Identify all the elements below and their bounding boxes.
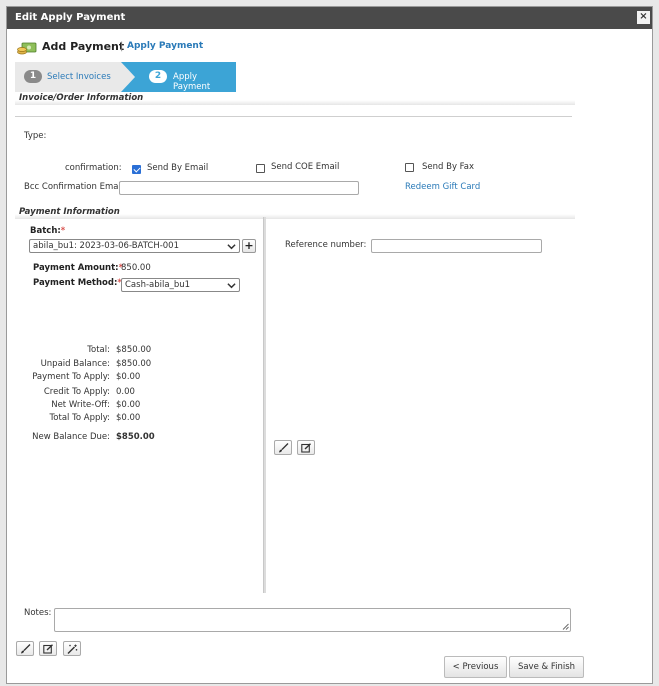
send-by-email-checkbox[interactable] [132, 165, 141, 174]
payment-method-select[interactable]: Cash-abila_bu1 [121, 278, 240, 292]
brush-icon [21, 644, 31, 654]
notes-textarea[interactable] [54, 608, 571, 632]
payment-amount-value: 850.00 [121, 263, 151, 273]
batch-select-value: abila_bu1: 2023-03-06-BATCH-001 [33, 241, 180, 251]
new-balance-label: New Balance Due: [32, 432, 110, 442]
previous-button[interactable]: < Previous [444, 656, 507, 678]
payment-method-value: Cash-abila_bu1 [125, 280, 191, 290]
summary-value: $0.00 [116, 400, 141, 410]
resize-handle-icon[interactable] [562, 623, 569, 630]
chevron-down-icon [227, 244, 236, 250]
summary-value: $850.00 [116, 345, 152, 355]
close-button[interactable]: × [637, 11, 650, 24]
summary-value: $850.00 [116, 359, 152, 369]
dialog-titlebar: Edit Apply Payment × [7, 7, 652, 29]
summary-label: Total: [87, 345, 110, 355]
send-by-fax-checkbox[interactable] [405, 163, 414, 172]
payment-amount-label: Payment Amount:* [33, 263, 123, 273]
page-subtitle: Apply Payment [127, 41, 204, 51]
plus-icon: + [244, 239, 254, 252]
reference-number-label: Reference number: [285, 240, 367, 250]
type-label: Type: [24, 131, 47, 141]
step-label: Apply Payment [173, 72, 211, 92]
step-number: 2 [149, 70, 167, 83]
header-separator: | [120, 41, 124, 52]
notes-label: Notes: [24, 608, 52, 618]
summary-label: Credit To Apply: [43, 387, 110, 397]
summary-label: Payment To Apply: [32, 372, 110, 382]
step-label: Select Invoices [47, 72, 111, 82]
divider [15, 116, 572, 117]
summary-value: $0.00 [116, 413, 141, 423]
payment-section-heading: Payment Information [15, 207, 575, 219]
wizard-steps: 1 Select Invoices 2 Apply Payment [15, 62, 236, 92]
step-apply-payment[interactable]: 2 Apply Payment [121, 62, 236, 92]
edit-icon [301, 443, 311, 453]
step-number: 1 [24, 70, 42, 83]
edit-icon [43, 644, 53, 654]
redeem-gift-card-link[interactable]: Redeem Gift Card [405, 182, 480, 192]
new-balance-value: $850.00 [116, 432, 155, 442]
page-title: Add Payment [42, 40, 125, 53]
step-select-invoices[interactable]: 1 Select Invoices [15, 62, 125, 92]
magic-wand-button[interactable] [63, 641, 81, 656]
batch-select[interactable]: abila_bu1: 2023-03-06-BATCH-001 [29, 239, 240, 253]
summary-label: Total To Apply: [49, 413, 110, 423]
edit-apply-payment-dialog: Edit Apply Payment × Add Payment | Apply… [6, 6, 653, 684]
summary-value: 0.00 [116, 387, 135, 397]
batch-label: Batch:* [30, 226, 65, 236]
brush-icon [279, 443, 289, 453]
payment-method-label-text: Payment Method: [33, 278, 118, 288]
send-coe-email-label: Send COE Email [271, 162, 340, 172]
dialog-title: Edit Apply Payment [15, 12, 126, 23]
summary-label: Net Write-Off: [51, 400, 110, 410]
edit-notes-button[interactable] [39, 641, 57, 656]
summary-value: $0.00 [116, 372, 141, 382]
magic-wand-icon [67, 644, 78, 654]
close-icon: × [639, 11, 648, 22]
required-mark: * [60, 226, 66, 236]
send-coe-email-checkbox[interactable] [256, 164, 265, 173]
add-batch-button[interactable]: + [242, 239, 256, 253]
batch-label-text: Batch: [30, 226, 61, 236]
chevron-down-icon [227, 283, 236, 289]
confirmation-label: confirmation: [65, 163, 122, 173]
clear-button[interactable] [274, 440, 292, 455]
edit-button[interactable] [297, 440, 315, 455]
clear-notes-button[interactable] [16, 641, 34, 656]
payment-amount-label-text: Payment Amount: [33, 263, 119, 273]
money-icon [17, 41, 37, 55]
summary-label: Unpaid Balance: [40, 359, 110, 369]
payment-method-label: Payment Method:* [33, 278, 122, 288]
send-by-fax-label: Send By Fax [422, 162, 475, 172]
send-by-email-label: Send By Email [147, 163, 209, 173]
save-finish-button[interactable]: Save & Finish [509, 656, 584, 678]
bcc-email-input[interactable] [119, 181, 359, 195]
reference-number-input[interactable] [371, 239, 542, 253]
invoice-section-heading: Invoice/Order Information [15, 93, 575, 105]
column-divider [263, 217, 266, 593]
bcc-email-label: Bcc Confirmation Email: [24, 182, 127, 192]
